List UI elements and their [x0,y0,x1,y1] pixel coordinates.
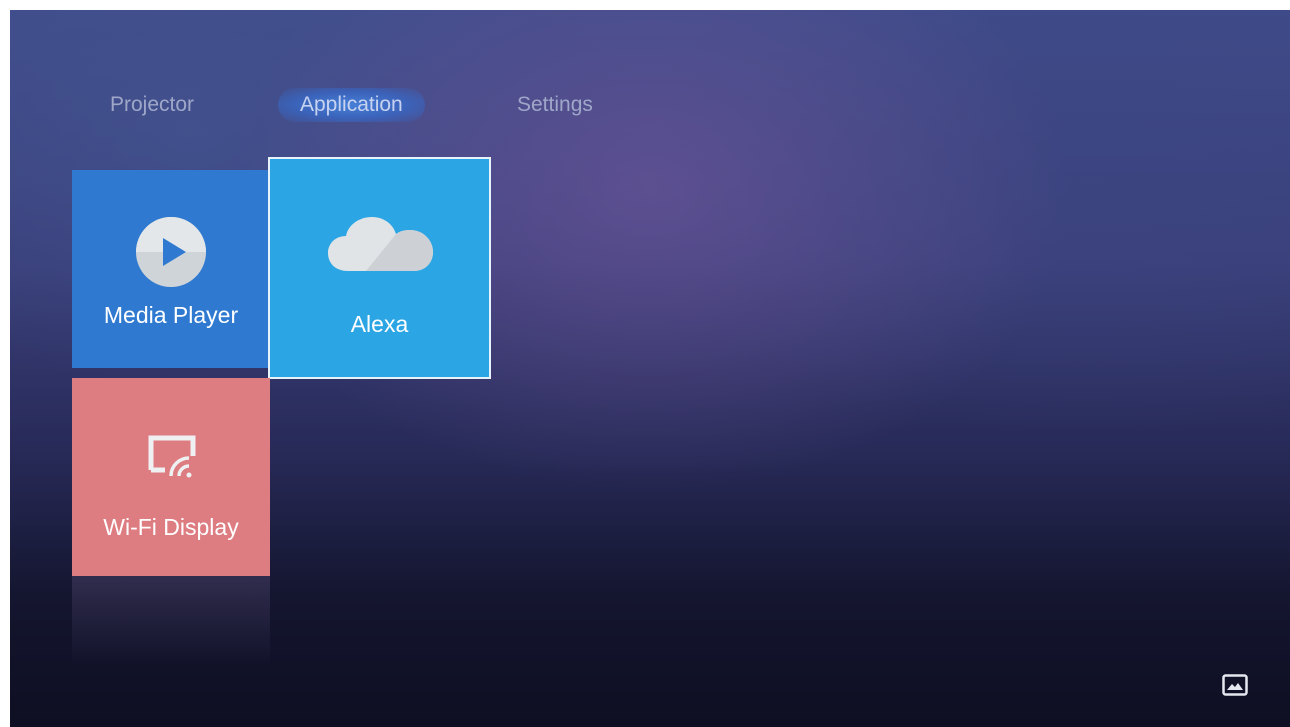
launcher-screen: Projector Application Settings Media Pla… [10,10,1290,727]
alexa-label: Alexa [350,311,409,337]
media-player-tile[interactable]: Media Player [72,170,270,368]
cast-icon [148,435,196,478]
tab-projector[interactable]: Projector [110,88,194,122]
tab-settings[interactable]: Settings [517,88,593,122]
top-nav: Projector Application Settings [10,88,1290,122]
tile-reflection [72,576,270,666]
wifi-display-tile[interactable]: Wi-Fi Display [72,378,270,576]
wifi-display-label: Wi-Fi Display [103,514,239,540]
cloud-icon [328,217,433,271]
alexa-tile[interactable]: Alexa [268,157,491,379]
tab-application[interactable]: Application [278,88,425,122]
media-player-label: Media Player [103,302,239,328]
image-icon[interactable] [1222,674,1248,696]
play-icon [136,217,206,287]
